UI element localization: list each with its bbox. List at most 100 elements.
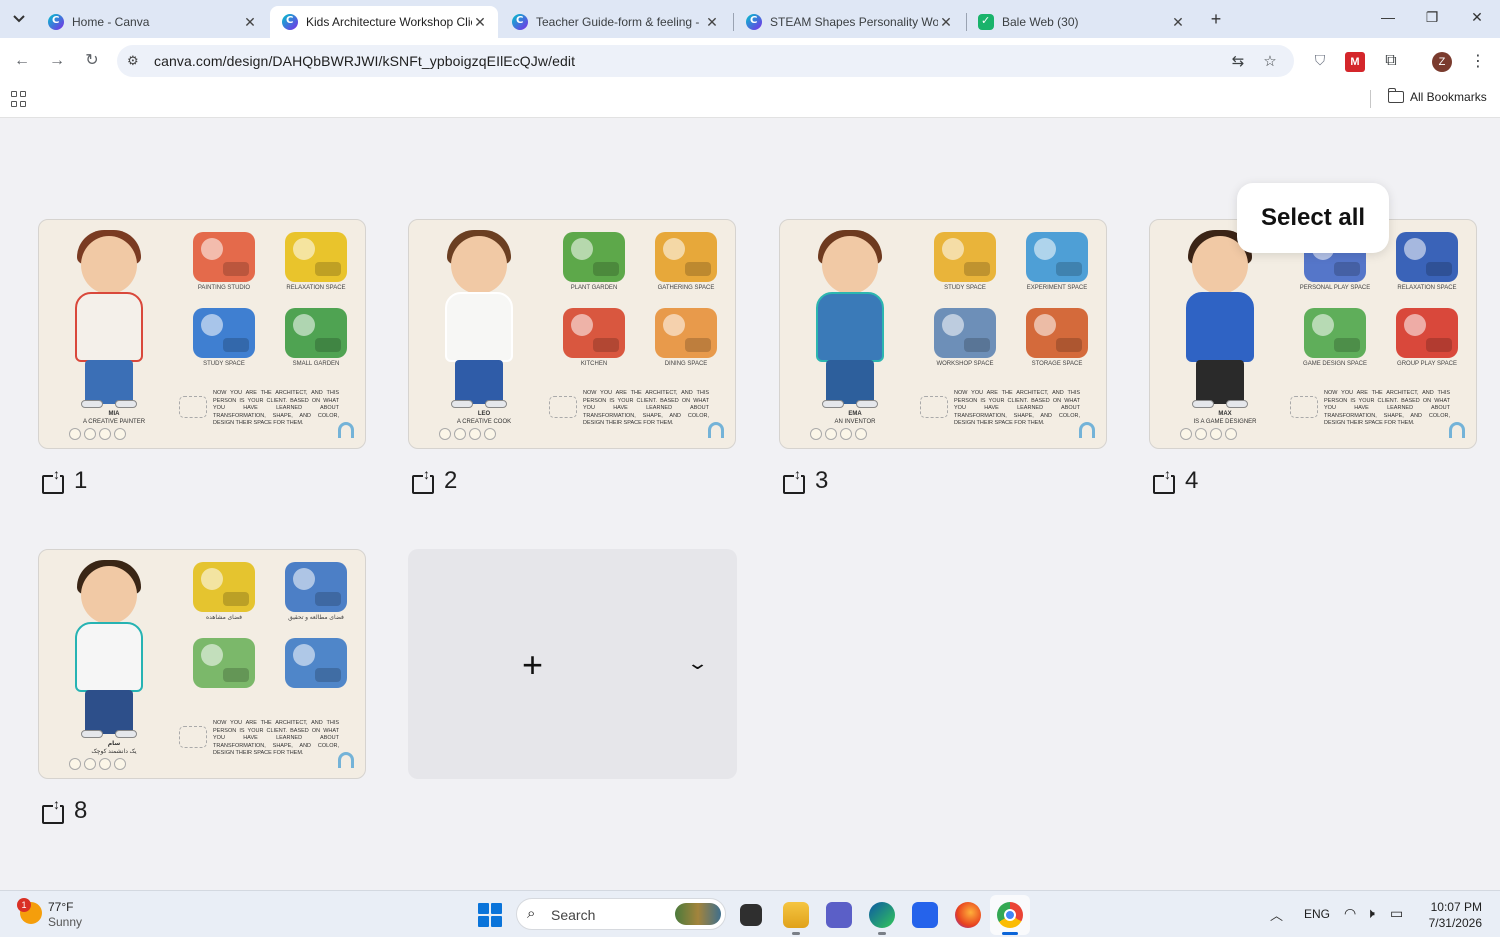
avatar[interactable]: Z: [1432, 52, 1452, 72]
tab-kids-architecture[interactable]: Kids Architecture Workshop Clie ✕: [270, 6, 498, 38]
space-options: STUDY SPACE EXPERIMENT SPACE WORKSHOP SP…: [918, 226, 1104, 376]
resize-icon[interactable]: [410, 466, 434, 494]
page-number-label[interactable]: 2: [410, 466, 457, 495]
plus-icon[interactable]: +: [522, 647, 543, 683]
minimize-button[interactable]: —: [1377, 9, 1399, 29]
page-thumbnail[interactable]: MAX IS A GAME DESIGNER PERSONAL PLAY SPA…: [1149, 219, 1477, 449]
menu-kebab-icon[interactable]: ⋮: [1470, 51, 1486, 71]
tab-search-button[interactable]: [7, 7, 31, 31]
teams-icon[interactable]: [826, 902, 852, 928]
skill-icon: [84, 428, 96, 440]
close-icon: ✕: [1471, 9, 1483, 25]
resize-icon[interactable]: [781, 466, 805, 494]
reload-icon: ↻: [85, 52, 99, 69]
weather-widget[interactable]: 1 77°F Sunny: [17, 898, 83, 930]
skill-icon: [99, 428, 111, 440]
search-highlight-image: [675, 903, 721, 925]
firefox-icon[interactable]: [955, 902, 981, 928]
task-view-icon[interactable]: [740, 904, 762, 926]
resize-icon[interactable]: [40, 466, 64, 494]
close-icon[interactable]: ✕: [472, 14, 488, 31]
space-label: PERSONAL PLAY SPACE: [1299, 285, 1371, 291]
space-illustration: [1304, 308, 1366, 358]
skill-icon: [439, 428, 451, 440]
page-thumbnail[interactable]: EMA AN INVENTOR STUDY SPACE EXPERIMENT S…: [779, 219, 1107, 449]
restore-button[interactable]: ❐: [1421, 9, 1443, 29]
taskbar-search[interactable]: ⌕ Search: [516, 898, 726, 930]
space-label: KITCHEN: [580, 361, 608, 367]
skill-icon: [810, 428, 822, 440]
canva-icon: [48, 14, 64, 30]
character-role: A CREATIVE PAINTER: [82, 419, 146, 425]
translate-icon[interactable]: ⇆: [1229, 52, 1247, 70]
tab-teacher-guide[interactable]: Teacher Guide-form & feeling - ✕: [500, 6, 730, 38]
close-window-button[interactable]: ✕: [1466, 9, 1488, 29]
windows-start-icon[interactable]: [478, 903, 502, 927]
back-button[interactable]: ←: [11, 50, 33, 72]
all-bookmarks-label: All Bookmarks: [1410, 90, 1487, 104]
page-number-label[interactable]: 8: [40, 796, 87, 825]
page-number: 4: [1185, 467, 1199, 494]
page-thumbnail[interactable]: MIA A CREATIVE PAINTER PAINTING STUDIO R…: [38, 219, 366, 449]
magnet-icon: [338, 422, 354, 438]
page-number: 3: [815, 467, 829, 494]
extension-red-icon[interactable]: M: [1345, 52, 1365, 72]
space-label: GAME DESIGN SPACE: [1303, 361, 1367, 367]
space-option: PLANT GARDEN: [549, 230, 639, 304]
character-illustration: [53, 558, 173, 738]
space-illustration: [285, 638, 347, 688]
language-indicator[interactable]: ENG: [1304, 907, 1330, 921]
tab-bale-web[interactable]: Bale Web (30) ✕: [966, 6, 1196, 38]
skill-icon: [84, 758, 96, 770]
reload-button[interactable]: ↻: [81, 50, 103, 72]
space-label: SMALL GARDEN: [292, 361, 340, 367]
space-option: فضای مطالعه و تحقیق: [271, 560, 361, 634]
tab-title: Bale Web (30): [1002, 15, 1079, 29]
address-bar[interactable]: ⚙ canva.com/design/DAHQbBWRJWI/kSNFt_ypb…: [117, 45, 1294, 77]
canva-icon: [282, 14, 298, 30]
battery-icon[interactable]: ▭: [1390, 905, 1403, 922]
all-bookmarks-button[interactable]: All Bookmarks: [1388, 88, 1487, 104]
space-illustration: [193, 308, 255, 358]
close-icon[interactable]: ✕: [938, 14, 954, 31]
skill-icon: [1210, 428, 1222, 440]
close-icon[interactable]: ✕: [1170, 14, 1186, 31]
resize-icon[interactable]: [40, 796, 64, 824]
resize-icon[interactable]: [1151, 466, 1175, 494]
forward-button[interactable]: →: [46, 50, 68, 72]
chevron-down-icon[interactable]: ⌄: [686, 653, 709, 674]
wifi-icon[interactable]: ◠: [1344, 905, 1356, 922]
page-thumbnail[interactable]: LEO A CREATIVE COOK PLANT GARDEN GATHERI…: [408, 219, 736, 449]
apps-grid-icon[interactable]: [11, 91, 27, 107]
chrome-icon: [997, 902, 1023, 928]
star-icon[interactable]: ☆: [1261, 52, 1279, 70]
file-explorer-icon[interactable]: [783, 902, 809, 935]
instructions-text: NOW YOU ARE THE ARCHITECT, AND THIS PERS…: [954, 390, 1080, 426]
space-label: فضای مطالعه و تحقیق: [288, 615, 344, 621]
chrome-taskbar-button[interactable]: [990, 895, 1030, 935]
space-illustration: [193, 562, 255, 612]
page-thumbnail[interactable]: سام یک دانشمند کوچک فضای مشاهده فضای مطا…: [38, 549, 366, 779]
page-number-label[interactable]: 3: [781, 466, 829, 495]
shield-icon[interactable]: ⛉: [1310, 52, 1330, 72]
new-tab-button[interactable]: +: [1206, 9, 1226, 29]
site-settings-icon[interactable]: ⚙: [127, 53, 139, 69]
space-illustration: [1396, 232, 1458, 282]
clock[interactable]: 10:07 PM 7/31/2026: [1420, 899, 1482, 931]
speaker-muted-icon[interactable]: 🕨: [1366, 905, 1375, 922]
select-all-button[interactable]: Select all: [1237, 183, 1389, 253]
edge-icon[interactable]: [869, 902, 895, 935]
weather-condition: Sunny: [48, 915, 83, 929]
page-number-label[interactable]: 4: [1151, 466, 1199, 495]
page-number-label[interactable]: 1: [40, 466, 87, 495]
close-icon[interactable]: ✕: [242, 14, 258, 31]
tab-home-canva[interactable]: Home - Canva ✕: [36, 6, 268, 38]
url-text[interactable]: canva.com/design/DAHQbBWRJWI/kSNFt_ypboi…: [154, 53, 575, 69]
tab-steam-shapes[interactable]: STEAM Shapes Personality Worl ✕: [734, 6, 964, 38]
puzzle-icon[interactable]: ⧉: [1381, 52, 1401, 72]
skill-icon: [1195, 428, 1207, 440]
add-page-card[interactable]: + ⌄: [408, 549, 737, 779]
chevron-up-icon[interactable]: ︿: [1270, 905, 1283, 924]
close-icon[interactable]: ✕: [704, 14, 720, 31]
store-icon[interactable]: [912, 902, 938, 928]
